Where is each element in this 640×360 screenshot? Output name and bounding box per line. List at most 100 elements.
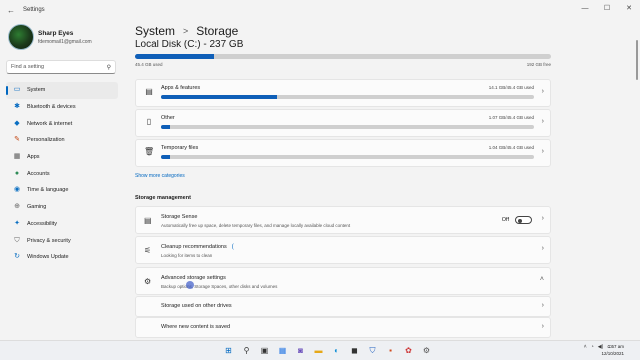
category-usage-bar bbox=[161, 155, 534, 159]
chevron-right-icon: › bbox=[541, 323, 544, 330]
breadcrumb-separator: > bbox=[183, 26, 189, 36]
search-input[interactable]: Find a setting ⚲ bbox=[6, 60, 116, 74]
sidebar-item-label: Gaming bbox=[27, 204, 47, 211]
widgets-icon[interactable]: ▦ bbox=[276, 344, 289, 357]
app-icon-2[interactable]: ✿ bbox=[402, 344, 415, 357]
settings-icon[interactable]: ⚙ bbox=[420, 344, 433, 357]
close-button[interactable]: ✕ bbox=[618, 0, 640, 16]
user-profile[interactable]: Sharp Eyes fdemomail1@gmail.com bbox=[8, 24, 92, 50]
scrollbar-thumb[interactable] bbox=[636, 40, 638, 80]
sidebar-item-network-internet[interactable]: ◆ Network & internet bbox=[6, 115, 118, 132]
sidebar-item-privacy-security[interactable]: ⛉ Privacy & security bbox=[6, 232, 118, 249]
category-usage-fill bbox=[161, 155, 170, 159]
start-icon[interactable]: ⊞ bbox=[222, 344, 235, 357]
edge-icon[interactable]: ◐ bbox=[330, 344, 343, 357]
search-placeholder: Find a setting bbox=[11, 64, 45, 70]
sidebar-item-gaming[interactable]: ⊕ Gaming bbox=[6, 199, 118, 216]
sidebar-item-personalization[interactable]: ✎ Personalization bbox=[6, 132, 118, 149]
bluetooth-icon: ✱ bbox=[14, 103, 20, 111]
app-icon[interactable]: ▪ bbox=[384, 344, 397, 357]
update-icon: ↻ bbox=[14, 253, 20, 261]
disk-usage-fill bbox=[135, 54, 215, 59]
chevron-right-icon: › bbox=[541, 302, 544, 309]
storage-category-apps-features[interactable]: ▤ Apps & features 14.1 GB/45.4 GB used › bbox=[135, 79, 551, 107]
sidebar-item-bluetooth-devices[interactable]: ✱ Bluetooth & devices bbox=[6, 99, 118, 116]
title-bar: ← Settings — ☐ ✕ bbox=[0, 0, 640, 20]
breadcrumb: System > Storage bbox=[135, 24, 238, 38]
sidebar-item-system[interactable]: ▭ System bbox=[6, 82, 118, 99]
brush-icon: ✎ bbox=[14, 136, 20, 144]
category-label: Temporary files bbox=[161, 145, 199, 151]
cleanup-desc: Looking for items to clean bbox=[161, 253, 213, 258]
clock[interactable]: 1:57 am 12/10/2021 bbox=[601, 343, 624, 357]
gear-icon: ⚙ bbox=[144, 277, 152, 286]
storage-sense-card[interactable]: ▤ Storage Sense Automatically free up sp… bbox=[135, 206, 551, 234]
back-arrow-icon: ← bbox=[7, 5, 15, 15]
sidebar-item-apps[interactable]: ▦ Apps bbox=[6, 149, 118, 166]
search-icon: ⚲ bbox=[106, 64, 111, 71]
storage-category-other[interactable]: ▯ Other 1.07 GB/45.4 GB used › bbox=[135, 109, 551, 137]
storage-other-drives-item[interactable]: Storage used on other drives › bbox=[135, 296, 551, 317]
sidebar-item-label: System bbox=[27, 87, 46, 94]
chevron-right-icon: › bbox=[541, 118, 544, 125]
wifi-icon: ◆ bbox=[14, 119, 20, 127]
storage-sense-icon: ▤ bbox=[144, 216, 152, 225]
broom-icon: ⚟ bbox=[144, 246, 152, 255]
sub-item-label: Where new content is saved bbox=[161, 324, 231, 330]
category-size: 14.1 GB/45.4 GB used bbox=[488, 85, 534, 90]
window-controls: — ☐ ✕ bbox=[574, 0, 640, 16]
breadcrumb-parent[interactable]: System bbox=[135, 24, 175, 38]
defender-icon[interactable]: ⛉ bbox=[366, 344, 379, 357]
disk-usage-bar bbox=[135, 54, 551, 59]
clock-date: 12/10/2021 bbox=[601, 351, 624, 356]
advanced-storage-settings-card[interactable]: ⚙ Advanced storage settings Backup optio… bbox=[135, 267, 551, 295]
disk-used-label: 45.4 GB used bbox=[135, 62, 163, 67]
sub-item-label: Storage used on other drives bbox=[161, 303, 232, 309]
gamepad-icon: ⊕ bbox=[14, 203, 20, 211]
new-content-saved-item[interactable]: Where new content is saved › bbox=[135, 317, 551, 338]
category-size: 1.07 GB/45.4 GB used bbox=[488, 115, 534, 120]
app-title: Settings bbox=[23, 7, 45, 13]
scrollbar[interactable] bbox=[636, 30, 638, 330]
category-usage-bar bbox=[161, 95, 534, 99]
minimize-button[interactable]: — bbox=[574, 0, 596, 16]
file-explorer-icon[interactable]: ▬ bbox=[312, 344, 325, 357]
wifi-icon[interactable]: ◔ bbox=[591, 344, 594, 350]
taskbar-apps: ⊞ ⚲ ▣ ▦ ◙ ▬ ◐ ◼ ⛉ ▪ ✿ ⚙ bbox=[222, 344, 438, 357]
chevron-up-icon: ˄ bbox=[539, 276, 544, 283]
sidebar-item-accounts[interactable]: ● Accounts bbox=[6, 165, 118, 182]
maximize-button[interactable]: ☐ bbox=[596, 0, 618, 16]
category-usage-fill bbox=[161, 95, 277, 99]
person-icon: ● bbox=[14, 169, 20, 177]
sidebar-item-label: Accounts bbox=[27, 170, 50, 177]
storage-sense-toggle[interactable] bbox=[515, 216, 532, 224]
sidebar-item-windows-update[interactable]: ↻ Windows Update bbox=[6, 249, 118, 266]
sidebar-item-time-language[interactable]: ◉ Time & language bbox=[6, 182, 118, 199]
chevron-right-icon: › bbox=[541, 245, 544, 252]
search-icon[interactable]: ⚲ bbox=[240, 344, 253, 357]
cleanup-recommendations-card[interactable]: ⚟ Cleanup recommendations ( Looking for i… bbox=[135, 236, 551, 264]
globe-icon: ◉ bbox=[13, 186, 21, 194]
storage-sense-desc: Automatically free up space, delete temp… bbox=[161, 223, 351, 228]
show-more-categories-link[interactable]: Show more categories bbox=[135, 173, 185, 179]
sidebar-item-label: Bluetooth & devices bbox=[27, 104, 76, 111]
sidebar-item-label: Apps bbox=[27, 154, 40, 161]
document-icon: ▯ bbox=[146, 117, 152, 126]
sidebar-item-accessibility[interactable]: ✦ Accessibility bbox=[6, 216, 118, 233]
back-button[interactable]: ← bbox=[3, 2, 19, 18]
category-label: Other bbox=[161, 115, 175, 121]
task-view-icon[interactable]: ▣ bbox=[258, 344, 271, 357]
clock-time: 1:57 am bbox=[607, 344, 624, 349]
mouse-cursor bbox=[186, 281, 194, 289]
sidebar-item-label: Privacy & security bbox=[27, 237, 71, 244]
store-icon[interactable]: ◼ bbox=[348, 344, 361, 357]
advanced-title: Advanced storage settings bbox=[161, 275, 226, 281]
sidebar-item-label: Time & language bbox=[27, 187, 69, 194]
storage-sense-title: Storage Sense bbox=[161, 214, 198, 220]
tray-chevron-icon[interactable]: ˄ bbox=[584, 344, 587, 350]
chat-icon[interactable]: ◙ bbox=[294, 344, 307, 357]
avatar bbox=[8, 24, 34, 50]
section-title: Storage management bbox=[135, 195, 191, 201]
storage-category-temporary-files[interactable]: 🗑 Temporary files 1.04 GB/45.4 GB used › bbox=[135, 139, 551, 167]
sidebar-item-label: Network & internet bbox=[27, 120, 73, 127]
